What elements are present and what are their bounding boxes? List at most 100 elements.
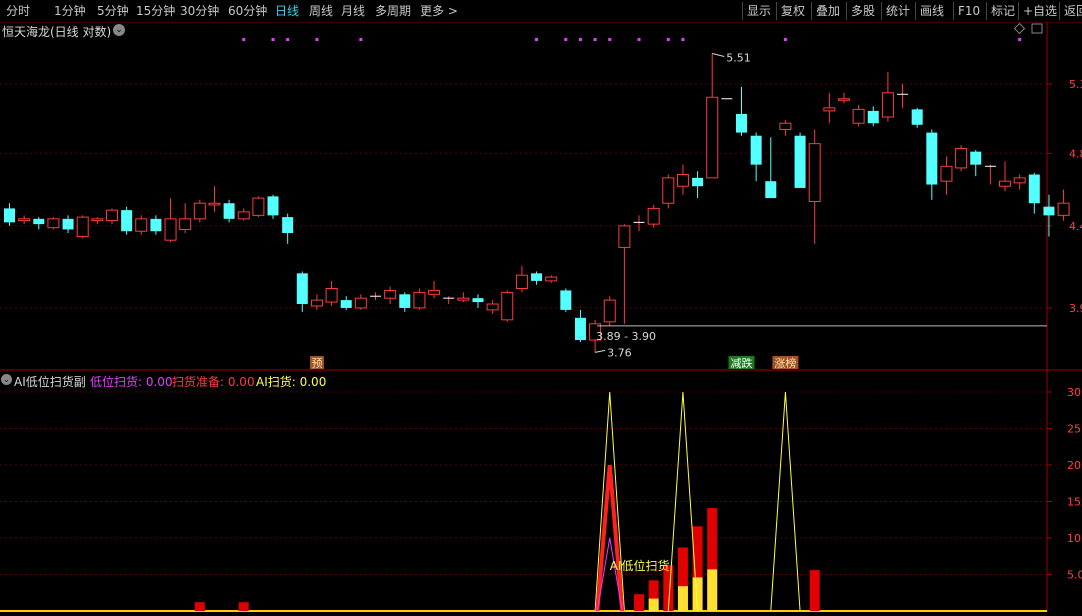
signal-dot bbox=[593, 38, 597, 41]
signal-dot bbox=[535, 38, 539, 41]
indicator-tick-label-4: 10.0 bbox=[1067, 532, 1082, 545]
candle-up bbox=[852, 108, 865, 124]
candle-up bbox=[808, 143, 821, 203]
indicator-panel-title: AI低位扫货副 bbox=[14, 375, 86, 389]
candle-up bbox=[252, 197, 265, 216]
candle-down bbox=[765, 181, 777, 199]
candle-down bbox=[736, 113, 747, 133]
diamond-icon bbox=[1013, 22, 1026, 35]
candle-up bbox=[955, 147, 968, 169]
stock-title: 恒天海龙(日线 对数) bbox=[2, 25, 112, 39]
indicator-tick-label-5: 5.0 bbox=[1067, 569, 1082, 582]
candle-up bbox=[999, 180, 1012, 187]
candle-up bbox=[105, 209, 118, 222]
candle-up bbox=[457, 297, 470, 301]
signal-dot bbox=[271, 38, 275, 41]
candle-up bbox=[1013, 177, 1026, 184]
candle-up bbox=[193, 202, 206, 220]
prepare-bar bbox=[809, 570, 820, 611]
candle-up bbox=[837, 98, 850, 101]
signal-dot bbox=[564, 38, 568, 41]
candle-down bbox=[340, 300, 352, 308]
candle-up bbox=[91, 218, 104, 222]
candle-down bbox=[121, 210, 133, 232]
legend-prepare: 扫货准备: 0.00 bbox=[172, 375, 255, 389]
price-tick-label-0: 5.3 bbox=[1069, 78, 1082, 91]
chart-area: 5.3 4.8 4.4 3.9 30.0 25.0 20.0 15.0 10.0 5.0 5.51 3… bbox=[0, 22, 1082, 612]
candle-down bbox=[62, 218, 74, 230]
candle-down bbox=[926, 132, 938, 185]
indicator-tick-label-0: 30.0 bbox=[1067, 386, 1082, 399]
high-marker-line bbox=[712, 52, 725, 57]
candle-down bbox=[560, 290, 572, 310]
indicator-tick-label-2: 20.0 bbox=[1067, 459, 1082, 472]
candle-up bbox=[208, 202, 221, 206]
low-marker-line bbox=[595, 349, 606, 353]
candle-down bbox=[970, 151, 982, 165]
candle-up bbox=[135, 218, 148, 232]
price-tick-label-3: 3.9 bbox=[1069, 302, 1082, 315]
signal-dot bbox=[286, 38, 290, 41]
title-dropdown-icon[interactable]: ⌄ bbox=[113, 24, 125, 36]
indicator-tick-label-1: 25.0 bbox=[1067, 423, 1082, 436]
ai-annotation: AI低位扫货 bbox=[610, 558, 670, 573]
candle-up bbox=[325, 288, 338, 303]
candle-down bbox=[867, 110, 879, 124]
candle-down bbox=[267, 196, 279, 216]
signal-dot bbox=[1018, 38, 1022, 41]
indicator-dropdown-icon[interactable]: ⌄ bbox=[1, 374, 12, 385]
indicator-tick-label-3: 15.0 bbox=[1067, 496, 1082, 509]
candle-down bbox=[750, 135, 762, 165]
candle-up bbox=[354, 297, 367, 309]
candle-up bbox=[310, 299, 323, 307]
candle-up bbox=[237, 211, 250, 220]
candle-up bbox=[647, 207, 660, 225]
candle-up bbox=[486, 303, 499, 311]
candle-down bbox=[1043, 206, 1055, 216]
signal-dot bbox=[681, 38, 685, 41]
low-marker-label: 3.76 bbox=[607, 346, 632, 359]
candle-down bbox=[33, 218, 45, 225]
candle-up bbox=[676, 174, 689, 187]
candle-up bbox=[18, 218, 31, 222]
signal-dot bbox=[315, 38, 319, 41]
candle-down bbox=[574, 317, 586, 341]
signal-dot bbox=[578, 38, 582, 41]
candle-down bbox=[1028, 174, 1040, 204]
signal-dot bbox=[783, 38, 787, 41]
range-label: 3.89 - 3.90 bbox=[596, 330, 656, 343]
candle-up bbox=[603, 299, 616, 323]
high-marker-label: 5.51 bbox=[726, 51, 751, 64]
candle-down bbox=[399, 294, 411, 308]
candle-up bbox=[881, 92, 894, 118]
candle-up bbox=[413, 291, 426, 309]
tag-label-0: 预 bbox=[311, 357, 322, 370]
ai-scan-bar bbox=[648, 598, 659, 611]
candle-down bbox=[150, 218, 162, 232]
ai-scan-bar bbox=[707, 569, 718, 611]
candle-up bbox=[662, 177, 675, 204]
candle-up bbox=[501, 291, 514, 321]
prepare-bar bbox=[238, 602, 249, 611]
signal-dot bbox=[359, 38, 363, 41]
prepare-bar bbox=[634, 594, 645, 611]
candle-up bbox=[164, 218, 177, 241]
candle-up bbox=[47, 218, 60, 229]
candle-down bbox=[223, 203, 235, 219]
tag-label-2: 涨榜 bbox=[774, 356, 796, 370]
candle-up bbox=[1057, 202, 1070, 216]
price-tick-label-2: 4.4 bbox=[1069, 220, 1082, 233]
candle-down bbox=[794, 135, 806, 188]
candle-down bbox=[531, 273, 543, 281]
candle-up bbox=[515, 274, 528, 290]
candle-up bbox=[384, 289, 397, 299]
candle-up bbox=[618, 225, 631, 248]
candle-down bbox=[472, 298, 484, 303]
candle-down bbox=[296, 273, 308, 305]
tag-label-1: 减跌 bbox=[731, 356, 753, 370]
candle-up bbox=[940, 165, 953, 182]
candle-down bbox=[692, 177, 704, 187]
price-tick-label-1: 4.8 bbox=[1069, 147, 1082, 160]
legend-low-scan: 低位扫货: 0.00 bbox=[90, 375, 173, 389]
candle-down bbox=[4, 208, 15, 223]
